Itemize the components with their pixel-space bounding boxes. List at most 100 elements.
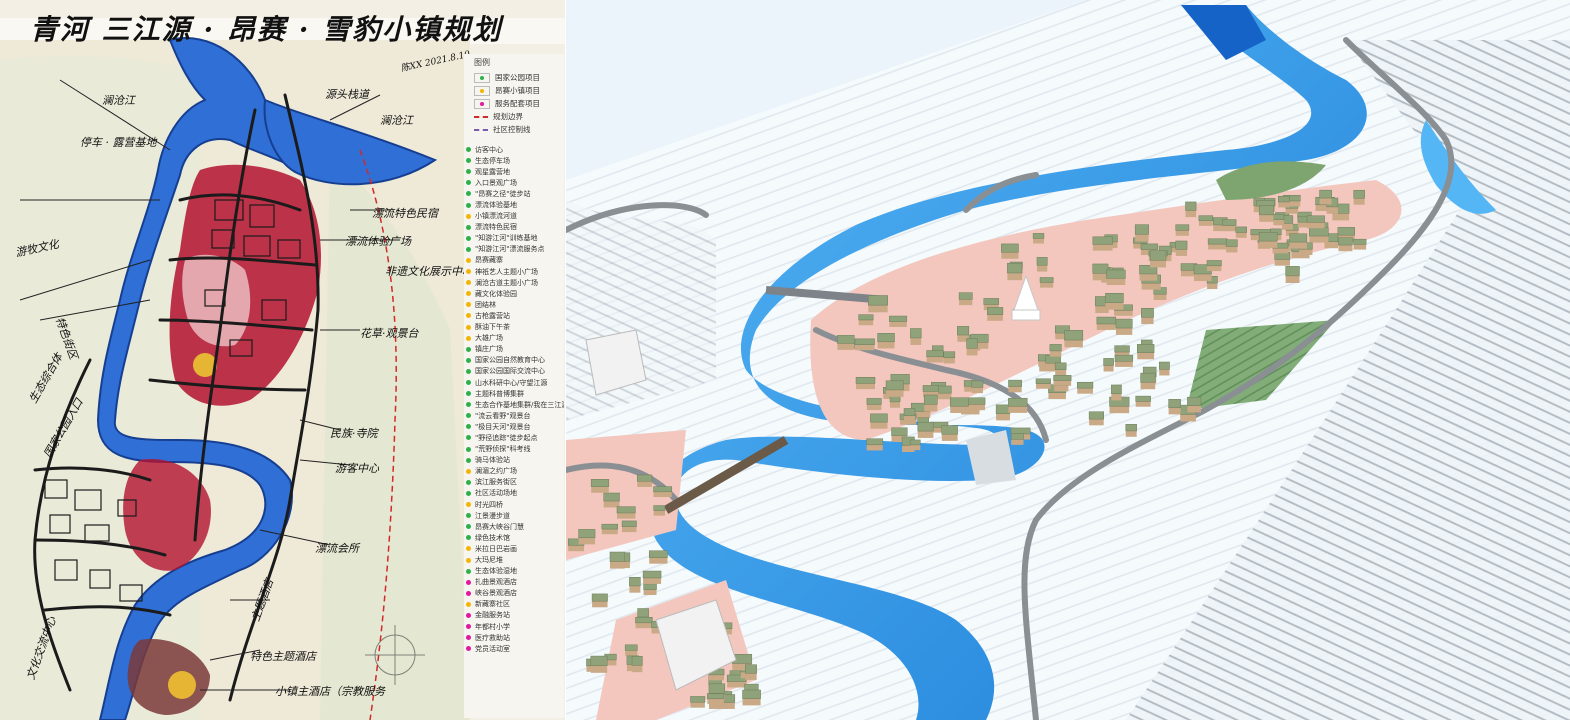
- legend-item-label: 滨江服务街区: [475, 478, 517, 487]
- legend-item: 漂流特色民宿: [466, 222, 564, 233]
- legend-item: 镇庄广场: [466, 344, 564, 355]
- legend-dot-icon: [466, 391, 471, 397]
- building-roof: [1140, 372, 1156, 383]
- building-roof: [1115, 318, 1133, 329]
- legend-item: 党员活动室: [466, 643, 564, 654]
- building-roof: [1096, 316, 1116, 325]
- building-roof: [1141, 308, 1154, 318]
- legend-dot-icon: [466, 246, 471, 252]
- legend-dot-icon: [466, 424, 471, 430]
- legend-item: 医疗救助站: [466, 632, 564, 643]
- building-roof: [1134, 224, 1149, 235]
- building-roof: [621, 520, 637, 527]
- building-roof: [1007, 262, 1023, 274]
- legend-item-label: 大玛尼堆: [475, 556, 503, 565]
- legend-item-label: 金融服务站: [475, 611, 510, 620]
- legend-dot-icon: [466, 535, 471, 541]
- building-roof: [983, 298, 1000, 305]
- legend-dot-icon: [466, 568, 471, 574]
- legend-item: 入口景观广场: [466, 177, 564, 188]
- building-roof: [745, 664, 757, 674]
- legend-dot-icon: [466, 557, 471, 563]
- legend-dot-icon: [466, 313, 471, 319]
- building-roof: [854, 338, 875, 345]
- legend-item: 年都村小学: [466, 621, 564, 632]
- legend-item-label: 生态体验湿地: [475, 567, 517, 576]
- legend-dot-icon: [466, 180, 471, 186]
- legend-item-label: 入口景观广场: [475, 178, 517, 187]
- building-roof: [1258, 232, 1278, 242]
- legend-list: 访客中心 生态停车场 观星露营地 入口景观广场 "昂赛之径"徒步站 漂流体验基地 小镇漂流河…: [466, 144, 564, 654]
- legend-dot-icon: [466, 502, 471, 508]
- legend-dot-icon: [466, 235, 471, 241]
- building-roof: [643, 583, 657, 590]
- legend-dot-icon: [466, 269, 471, 275]
- building-roof: [1106, 269, 1126, 279]
- building-roof: [1105, 293, 1124, 303]
- building-roof: [858, 314, 874, 321]
- building-roof: [1008, 379, 1022, 387]
- legend-header-boundary: 规划边界: [474, 111, 523, 122]
- legend-header-national-park: 国家公园项目: [474, 72, 540, 83]
- legend-item-label: 骑马体验站: [475, 456, 510, 465]
- legend-item: 峡谷景观酒店: [466, 588, 564, 599]
- building-roof: [1092, 263, 1109, 274]
- model-render: [566, 0, 1570, 720]
- legend-item-label: 访客中心: [475, 145, 503, 154]
- legend-item-label: "流云看野"观景台: [475, 411, 531, 420]
- legend-item-label: 观星露营地: [475, 167, 510, 176]
- building-roof: [1032, 233, 1045, 239]
- legend-item-label: 主题科普博集群: [475, 389, 524, 398]
- legend-item: 金融服务站: [466, 610, 564, 621]
- building-roof: [1045, 355, 1061, 364]
- legend-item-label: 漂流体验基地: [475, 201, 517, 210]
- legend-item-label: "知游江河"漂流服务点: [475, 245, 545, 254]
- legend-item: 米拉日巴岩画: [466, 543, 564, 554]
- building-roof: [949, 397, 969, 407]
- building-roof: [1092, 236, 1113, 245]
- legend-item: 藏文化体验园: [466, 288, 564, 299]
- legend-item-label: 年都村小学: [475, 622, 510, 631]
- building-roof: [1049, 344, 1062, 352]
- legend-item-label: 镇庄广场: [475, 345, 503, 354]
- annotation-parking-camp: 停车 · 露营基地: [80, 136, 157, 149]
- legend-item-label: 山水科研中心/守望江源: [475, 378, 548, 387]
- building-roof: [941, 425, 958, 435]
- annotation-viewpoint: 花草·观景台: [360, 327, 419, 340]
- building-roof: [1337, 227, 1355, 236]
- legend-dot-icon: [466, 191, 471, 197]
- building-roof: [866, 438, 884, 446]
- legend-item-label: "知游江河"训练基地: [475, 234, 538, 243]
- building-roof: [603, 492, 620, 502]
- legend-item: 扎曲景观酒店: [466, 577, 564, 588]
- building-roof: [1039, 277, 1054, 283]
- building-roof: [957, 326, 970, 336]
- building-roof: [855, 377, 876, 384]
- building-roof: [601, 523, 618, 530]
- legend-item-label: 澜沧古道主题小广场: [475, 278, 538, 287]
- building-roof: [1273, 213, 1285, 220]
- building-roof: [910, 328, 922, 339]
- building-roof: [868, 295, 888, 306]
- building-roof: [635, 617, 653, 624]
- building-roof: [877, 333, 895, 343]
- annotation-rafting-club: 漂流会所: [315, 542, 359, 555]
- building-roof: [637, 608, 649, 618]
- legend-item: "知游江河"训练基地: [466, 233, 564, 244]
- legend-item-label: 国家公园国际交流中心: [475, 367, 545, 376]
- legend-item-label: 漂流特色民宿: [475, 223, 517, 232]
- legend-item: 大玛尼堆: [466, 554, 564, 565]
- building-roof: [1285, 266, 1300, 277]
- building-roof: [922, 385, 939, 392]
- legend-item-label: 新藏寨社区: [475, 600, 510, 609]
- legend-item-label: 峡谷景观酒店: [475, 589, 517, 598]
- building-roof: [1103, 358, 1114, 366]
- building-roof: [642, 570, 662, 579]
- legend-item: 江景漫步道: [466, 510, 564, 521]
- legend-dot-icon: [466, 147, 471, 153]
- legend-item-label: 时光四桥: [475, 500, 503, 509]
- legend-item: 山水科研中心/守望江源: [466, 377, 564, 388]
- building-roof: [590, 655, 608, 666]
- building-roof: [591, 593, 608, 602]
- legend-dot-icon: [466, 635, 471, 641]
